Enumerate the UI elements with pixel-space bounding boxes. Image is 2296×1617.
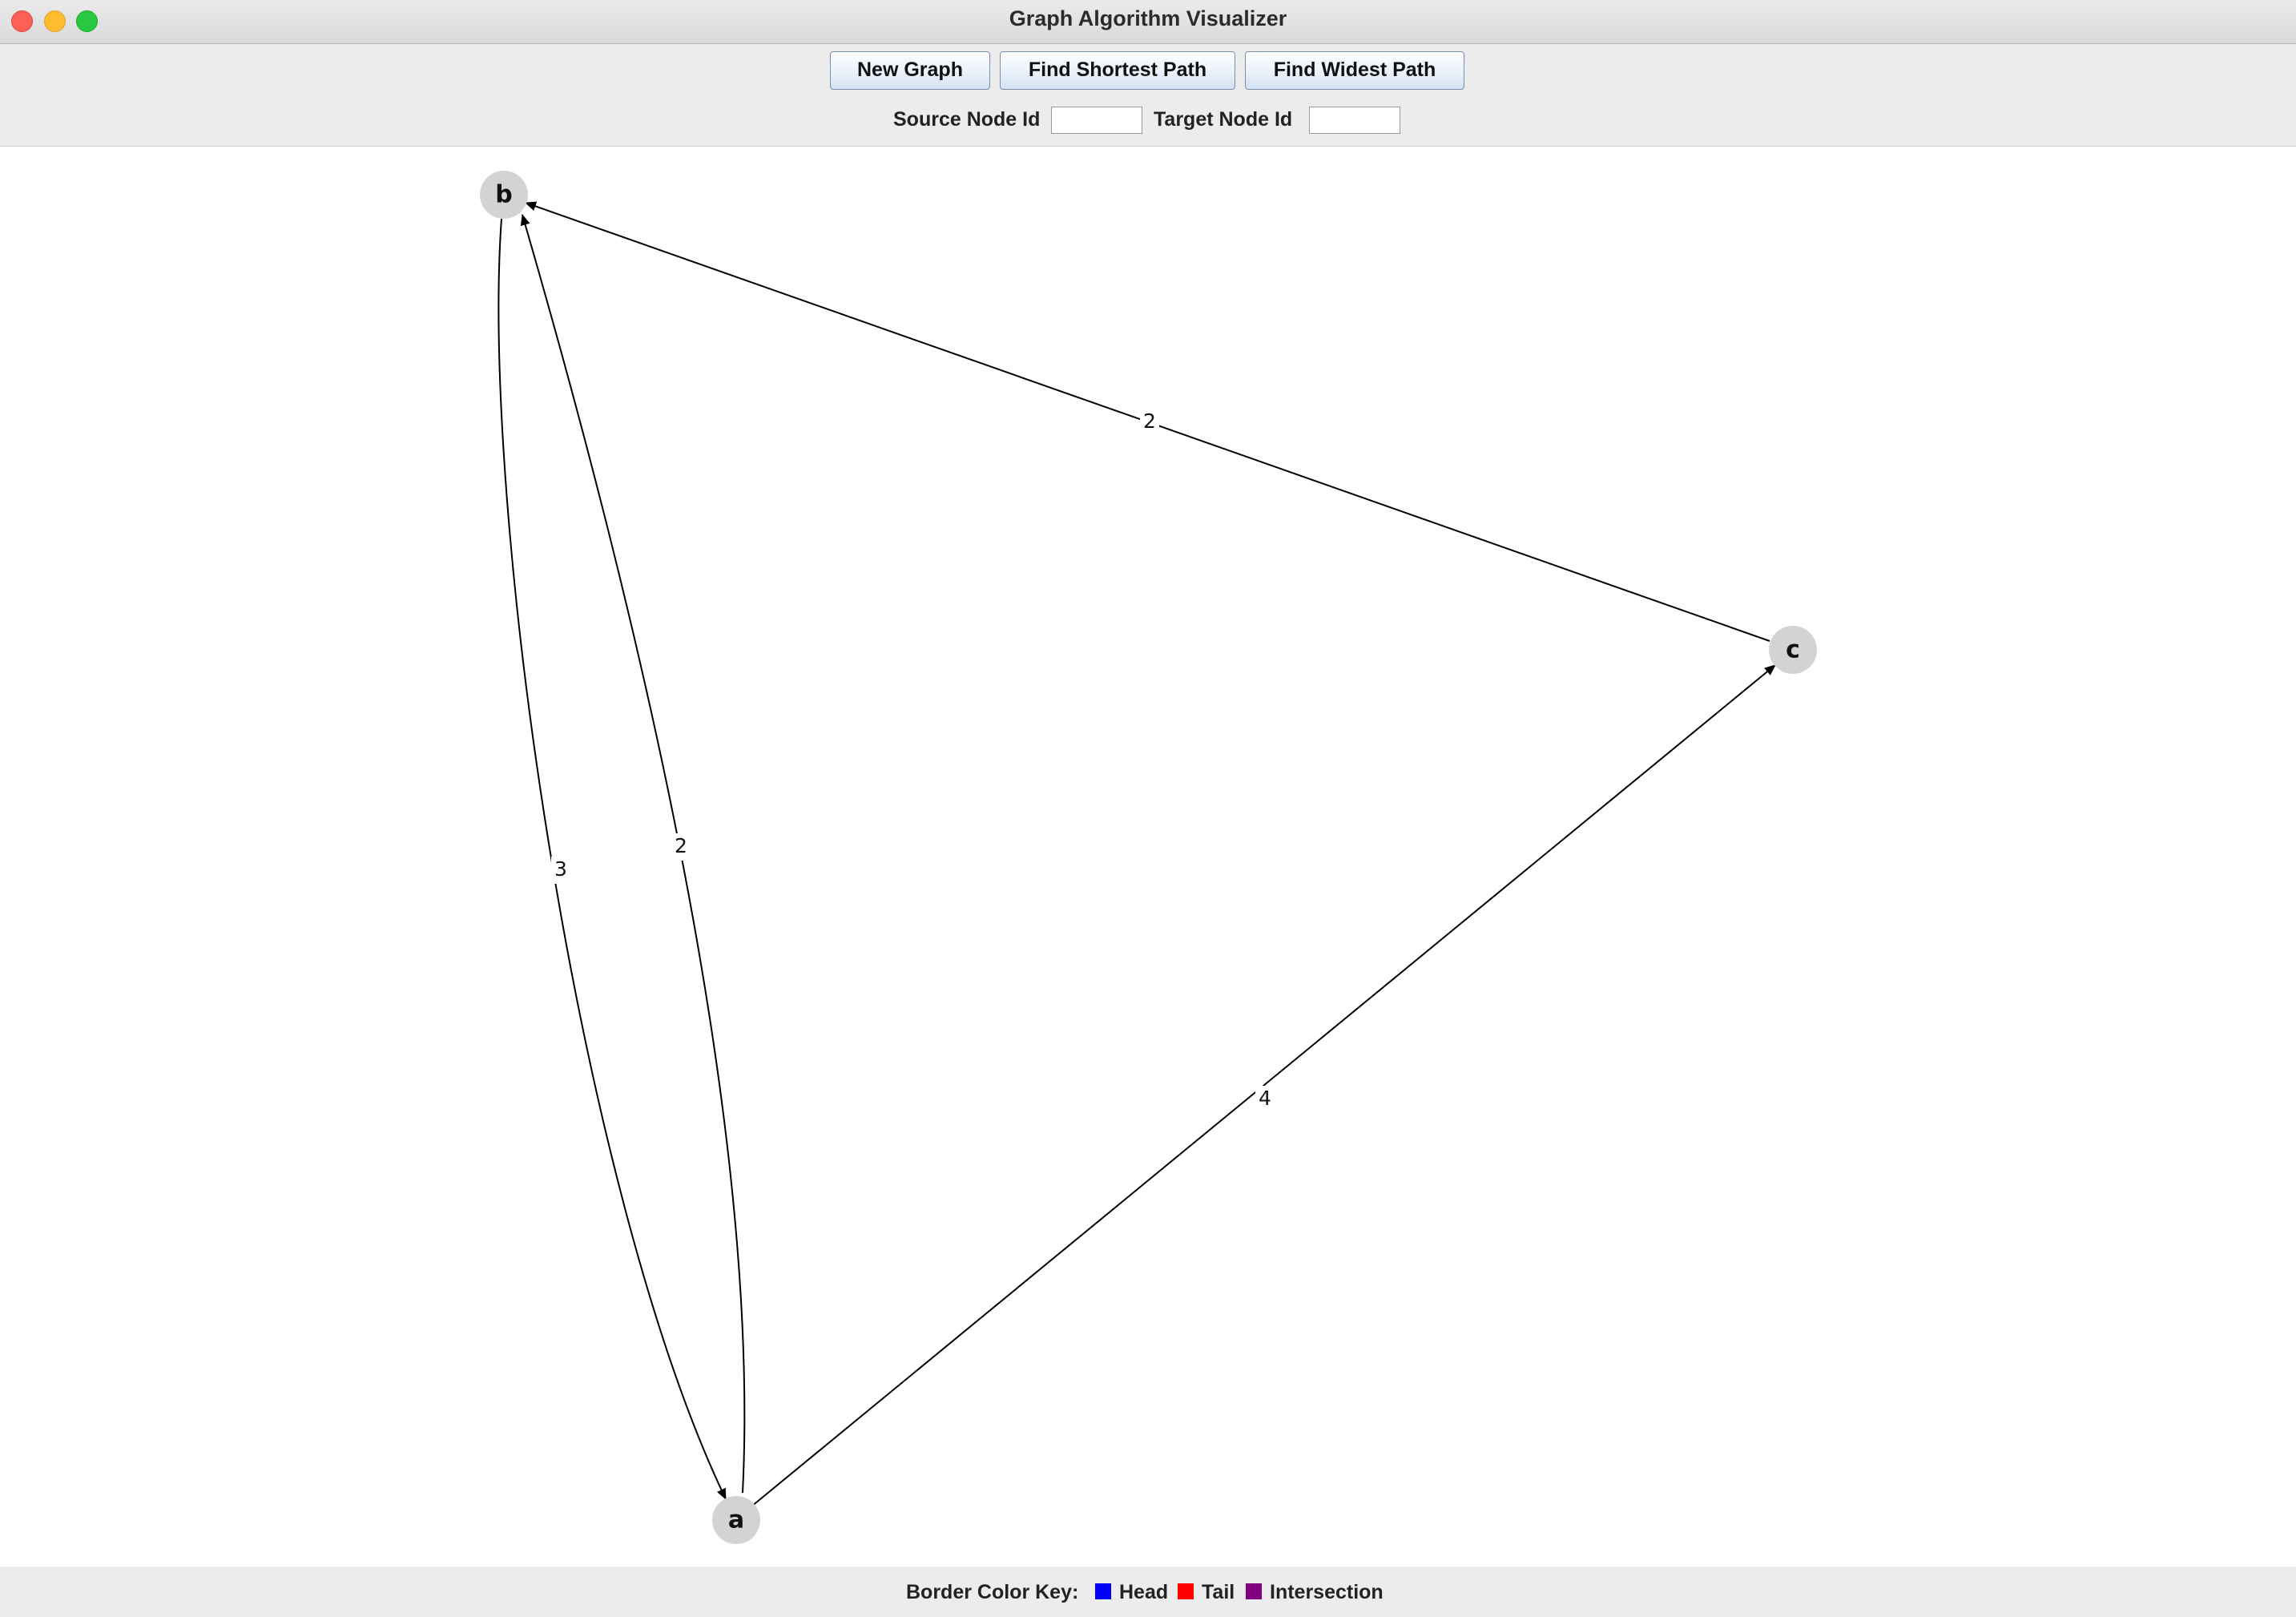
window-title: Graph Algorithm Visualizer — [1009, 6, 1287, 30]
target-node-input[interactable] — [1309, 107, 1400, 134]
node-a[interactable]: a — [712, 1496, 760, 1544]
edge-a-to-b — [520, 214, 746, 1494]
graph-svg: 3 2 2 4 b c a — [480, 171, 1817, 1544]
graph-canvas[interactable]: 3 2 2 4 b c a — [0, 146, 2296, 1567]
edge-weight-a-to-c: 4 — [1259, 1087, 1271, 1110]
source-node-input[interactable] — [1051, 107, 1142, 134]
legend-title: Border Color Key: — [906, 1581, 1079, 1603]
legend-head-label: Head — [1119, 1581, 1169, 1603]
new-graph-button[interactable]: New Graph — [830, 51, 990, 90]
find-widest-path-button[interactable]: Find Widest Path — [1245, 51, 1464, 90]
app-window: Graph Algorithm Visualizer New Graph Fin… — [0, 0, 2296, 1617]
source-node-label: Source Node Id — [893, 108, 1041, 131]
intersection-color-swatch — [1246, 1583, 1262, 1599]
legend-bar: Border Color Key: Head Tail Intersection — [0, 1567, 2296, 1617]
edge-weight-b-to-a: 3 — [554, 857, 567, 881]
node-label-a: a — [728, 1506, 744, 1534]
target-node-label: Target Node Id — [1154, 108, 1293, 131]
find-shortest-path-button[interactable]: Find Shortest Path — [1000, 51, 1235, 90]
edge-b-to-a — [497, 218, 727, 1500]
node-label-b: b — [495, 181, 512, 209]
title-bar: Graph Algorithm Visualizer — [0, 0, 2296, 44]
node-label-c: c — [1786, 636, 1800, 664]
tail-color-swatch — [1178, 1583, 1194, 1599]
node-b[interactable]: b — [480, 171, 528, 219]
legend-intersection-label: Intersection — [1270, 1581, 1384, 1603]
toolbar: New Graph Find Shortest Path Find Widest… — [0, 44, 2296, 145]
head-color-swatch — [1095, 1583, 1111, 1599]
legend-tail-label: Tail — [1202, 1581, 1235, 1603]
edge-weight-a-to-b: 2 — [675, 834, 687, 857]
node-c[interactable]: c — [1769, 626, 1817, 674]
edge-weight-c-to-b: 2 — [1143, 409, 1156, 433]
